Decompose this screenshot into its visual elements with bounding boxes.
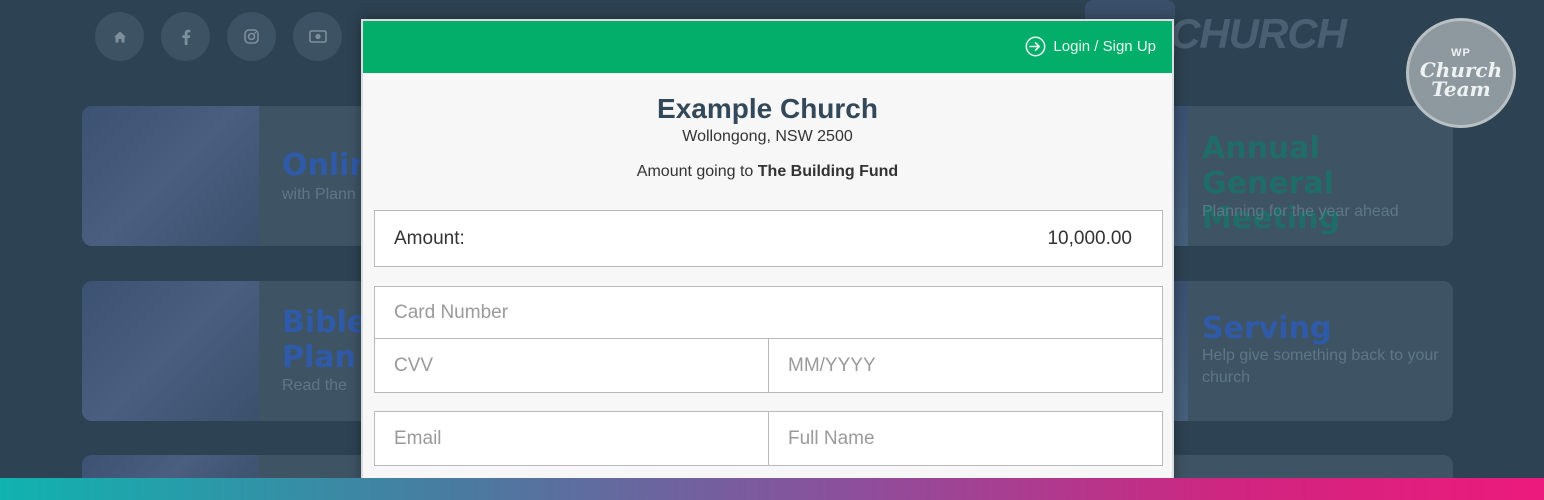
- wp-church-team-badge: WP Church Team: [1406, 18, 1516, 128]
- card-subtitle: Planning for the year ahead: [1202, 203, 1399, 220]
- card-thumbnail: [82, 281, 259, 421]
- expiry-input[interactable]: [768, 339, 1162, 392]
- donation-modal: Login / Sign Up Example Church Wollongon…: [361, 19, 1174, 489]
- social-icons-row: [95, 12, 342, 61]
- login-signup-label: Login / Sign Up: [1053, 38, 1156, 55]
- contact-details-row: [375, 412, 1162, 465]
- event-card-agm[interactable]: Annual General Meeting Planning for the …: [1166, 106, 1453, 246]
- instagram-icon[interactable]: [227, 12, 276, 61]
- amount-input[interactable]: [930, 226, 1134, 251]
- cvv-input[interactable]: [375, 339, 768, 392]
- money-icon[interactable]: [293, 12, 342, 61]
- event-card-serving[interactable]: Serving Help give something back to your…: [1166, 281, 1453, 421]
- card-subtitle: with Plann: [282, 186, 356, 203]
- amount-label: Amount:: [394, 227, 465, 249]
- amount-field[interactable]: Amount:: [374, 210, 1163, 267]
- email-input[interactable]: [375, 412, 768, 465]
- card-thumbnail: [82, 106, 259, 246]
- fund-line: Amount going to The Building Fund: [363, 163, 1172, 181]
- event-card-online[interactable]: Onlin with Plann: [82, 106, 372, 246]
- login-icon: [1025, 36, 1046, 57]
- contact-details-group: [374, 411, 1163, 466]
- login-signup-link[interactable]: Login / Sign Up: [1025, 36, 1156, 57]
- badge-script-line2: Team: [1431, 77, 1491, 101]
- card-subtitle: Help give something back to your church: [1202, 347, 1439, 386]
- card-number-input[interactable]: [375, 287, 1162, 339]
- footer-gradient-bar: [0, 478, 1544, 500]
- facebook-icon[interactable]: [161, 12, 210, 61]
- card-title: Onlin: [282, 148, 371, 183]
- modal-header: Login / Sign Up: [363, 21, 1172, 73]
- home-icon[interactable]: [95, 12, 144, 61]
- full-name-input[interactable]: [768, 412, 1162, 465]
- event-card-bible-plan[interactable]: Bible Plan Read the: [82, 281, 372, 421]
- church-name: Example Church: [657, 93, 878, 124]
- card-details-row: [375, 339, 1162, 392]
- fund-name: The Building Fund: [757, 163, 899, 180]
- card-subtitle: Read the: [282, 377, 347, 394]
- card-title: Serving: [1202, 311, 1332, 346]
- card-details-group: [374, 286, 1163, 393]
- church-location: Wollongong, NSW 2500: [682, 128, 853, 145]
- card-title: Bible Plan: [282, 305, 368, 375]
- site-logo: CHURCH: [1170, 10, 1347, 57]
- fund-prefix: Amount going to: [636, 163, 754, 180]
